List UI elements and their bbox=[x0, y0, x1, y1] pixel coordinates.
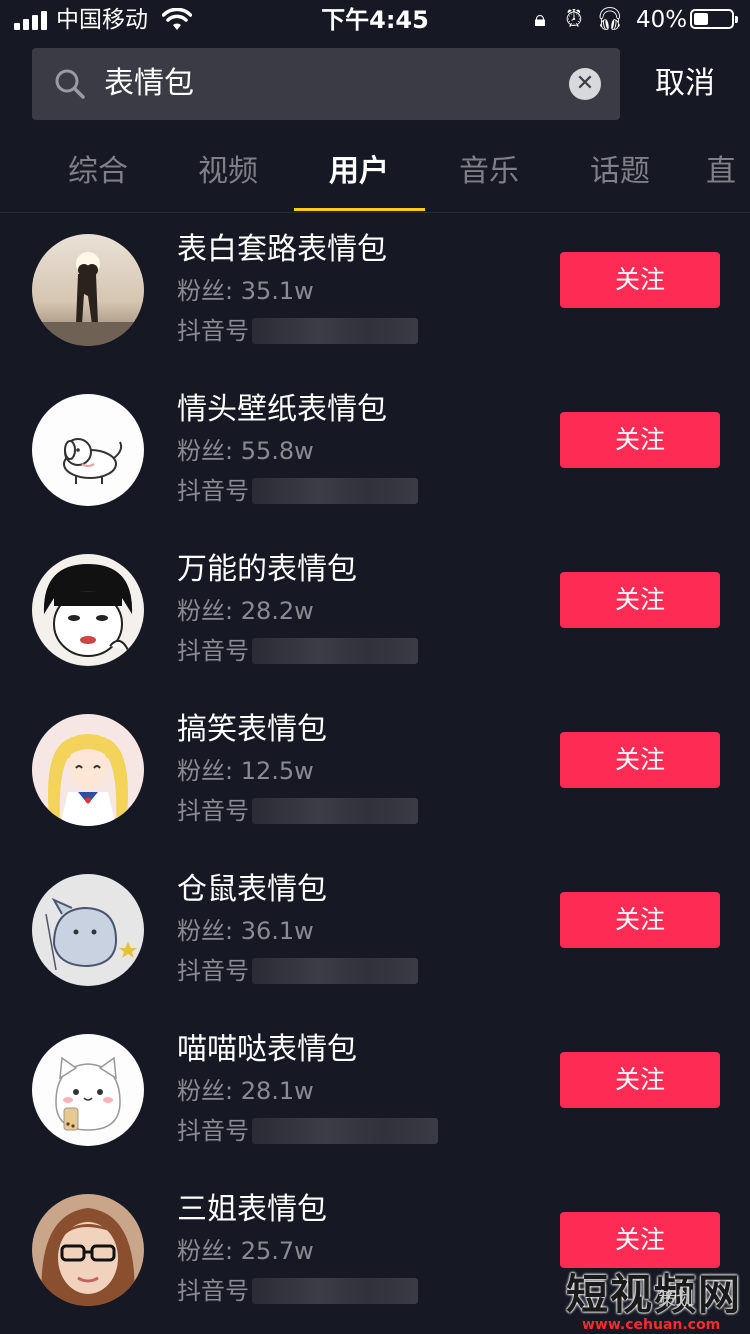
fan-count: 粉丝: 35.1w bbox=[177, 277, 314, 305]
follow-button[interactable]: 关注 bbox=[560, 252, 720, 308]
tab-live[interactable]: 直 bbox=[706, 150, 750, 194]
tab-music[interactable]: 音乐 bbox=[424, 150, 554, 194]
fan-count: 粉丝: 36.1w bbox=[177, 917, 314, 945]
list-item[interactable]: 万能的表情包 粉丝: 28.2w 抖音号 关注 bbox=[0, 532, 750, 692]
user-id-label: 抖音号 bbox=[177, 797, 249, 825]
user-id-label: 抖音号 bbox=[177, 477, 249, 505]
avatar[interactable] bbox=[32, 394, 144, 506]
user-list: 表白套路表情包 粉丝: 35.1w 抖音号 关注 情头壁纸表情包 粉丝: 55.… bbox=[0, 212, 750, 1332]
user-name[interactable]: 仓鼠表情包 bbox=[177, 870, 327, 910]
tab-users[interactable]: 用户 bbox=[294, 150, 424, 194]
headphones-icon: 🎧︎ bbox=[596, 7, 624, 32]
fan-count: 粉丝: 55.8w bbox=[177, 437, 314, 465]
follow-button[interactable]: 关注 bbox=[560, 412, 720, 468]
tab-comprehensive[interactable]: 综合 bbox=[33, 150, 163, 194]
tab-topics[interactable]: 话题 bbox=[555, 150, 685, 194]
battery-percentage: 40% bbox=[636, 7, 688, 33]
blurred-user-id bbox=[252, 958, 418, 984]
list-item[interactable]: 情头壁纸表情包 粉丝: 55.8w 抖音号 关注 bbox=[0, 372, 750, 532]
list-item[interactable]: 搞笑表情包 粉丝: 12.5w 抖音号 关注 bbox=[0, 692, 750, 852]
clear-icon[interactable]: ✕ bbox=[569, 68, 601, 100]
blurred-user-id bbox=[252, 1278, 418, 1304]
alarm-icon: ⏰︎ bbox=[565, 7, 583, 32]
tab-bar: 综合 视频 用户 音乐 话题 直 bbox=[0, 140, 750, 213]
search-icon bbox=[55, 69, 85, 99]
avatar[interactable] bbox=[32, 714, 144, 826]
user-name[interactable]: 表白套路表情包 bbox=[177, 230, 387, 270]
battery-fill bbox=[694, 13, 708, 25]
fan-count: 粉丝: 12.5w bbox=[177, 757, 314, 785]
tab-videos[interactable]: 视频 bbox=[163, 150, 293, 194]
blurred-user-id bbox=[252, 1118, 438, 1144]
user-name[interactable]: 三姐表情包 bbox=[177, 1190, 327, 1230]
fan-count: 粉丝: 28.1w bbox=[177, 1077, 314, 1105]
user-id-label: 抖音号 bbox=[177, 1277, 249, 1305]
user-id-label: 抖音号 bbox=[177, 317, 249, 345]
list-item[interactable]: 喵喵哒表情包 粉丝: 28.1w 抖音号 关注 bbox=[0, 1012, 750, 1172]
avatar[interactable] bbox=[32, 554, 144, 666]
user-id-label: 抖音号 bbox=[177, 1117, 249, 1145]
follow-button[interactable]: 关注 bbox=[560, 732, 720, 788]
blurred-user-id bbox=[252, 318, 418, 344]
search-input[interactable]: 表情包 bbox=[104, 65, 194, 103]
user-id-label: 抖音号 bbox=[177, 637, 249, 665]
avatar[interactable] bbox=[32, 874, 144, 986]
list-item[interactable]: 表白套路表情包 粉丝: 35.1w 抖音号 关注 bbox=[0, 212, 750, 372]
battery-icon bbox=[690, 9, 738, 29]
cancel-button[interactable]: 取消 bbox=[640, 62, 730, 106]
user-name[interactable]: 喵喵哒表情包 bbox=[177, 1030, 357, 1070]
watermark-subtitle: 策划 bbox=[658, 1289, 694, 1310]
follow-button[interactable]: 关注 bbox=[560, 1212, 720, 1268]
blurred-user-id bbox=[252, 638, 418, 664]
avatar[interactable] bbox=[32, 1194, 144, 1306]
user-name[interactable]: 情头壁纸表情包 bbox=[177, 390, 387, 430]
blurred-user-id bbox=[252, 798, 418, 824]
search-bar[interactable]: 表情包 ✕ bbox=[32, 48, 620, 120]
watermark-title: 短视频网 bbox=[566, 1270, 743, 1319]
user-name[interactable]: 搞笑表情包 bbox=[177, 710, 327, 750]
avatar[interactable] bbox=[32, 1034, 144, 1146]
watermark-url: www.cehuan.com bbox=[582, 1317, 721, 1333]
follow-button[interactable]: 关注 bbox=[560, 572, 720, 628]
user-id-label: 抖音号 bbox=[177, 957, 249, 985]
fan-count: 粉丝: 28.2w bbox=[177, 597, 314, 625]
list-item[interactable]: 仓鼠表情包 粉丝: 36.1w 抖音号 关注 bbox=[0, 852, 750, 1012]
user-name[interactable]: 万能的表情包 bbox=[177, 550, 357, 590]
fan-count: 粉丝: 25.7w bbox=[177, 1237, 314, 1265]
follow-button[interactable]: 关注 bbox=[560, 892, 720, 948]
status-bar: 中国移动 下午4:45 🔒︎ ⏰︎ 🎧︎ 40% bbox=[0, 0, 750, 40]
active-tab-indicator bbox=[294, 208, 425, 211]
blurred-user-id bbox=[252, 478, 418, 504]
avatar[interactable] bbox=[32, 234, 144, 346]
follow-button[interactable]: 关注 bbox=[560, 1052, 720, 1108]
rotation-lock-icon: 🔒︎ bbox=[534, 7, 546, 32]
